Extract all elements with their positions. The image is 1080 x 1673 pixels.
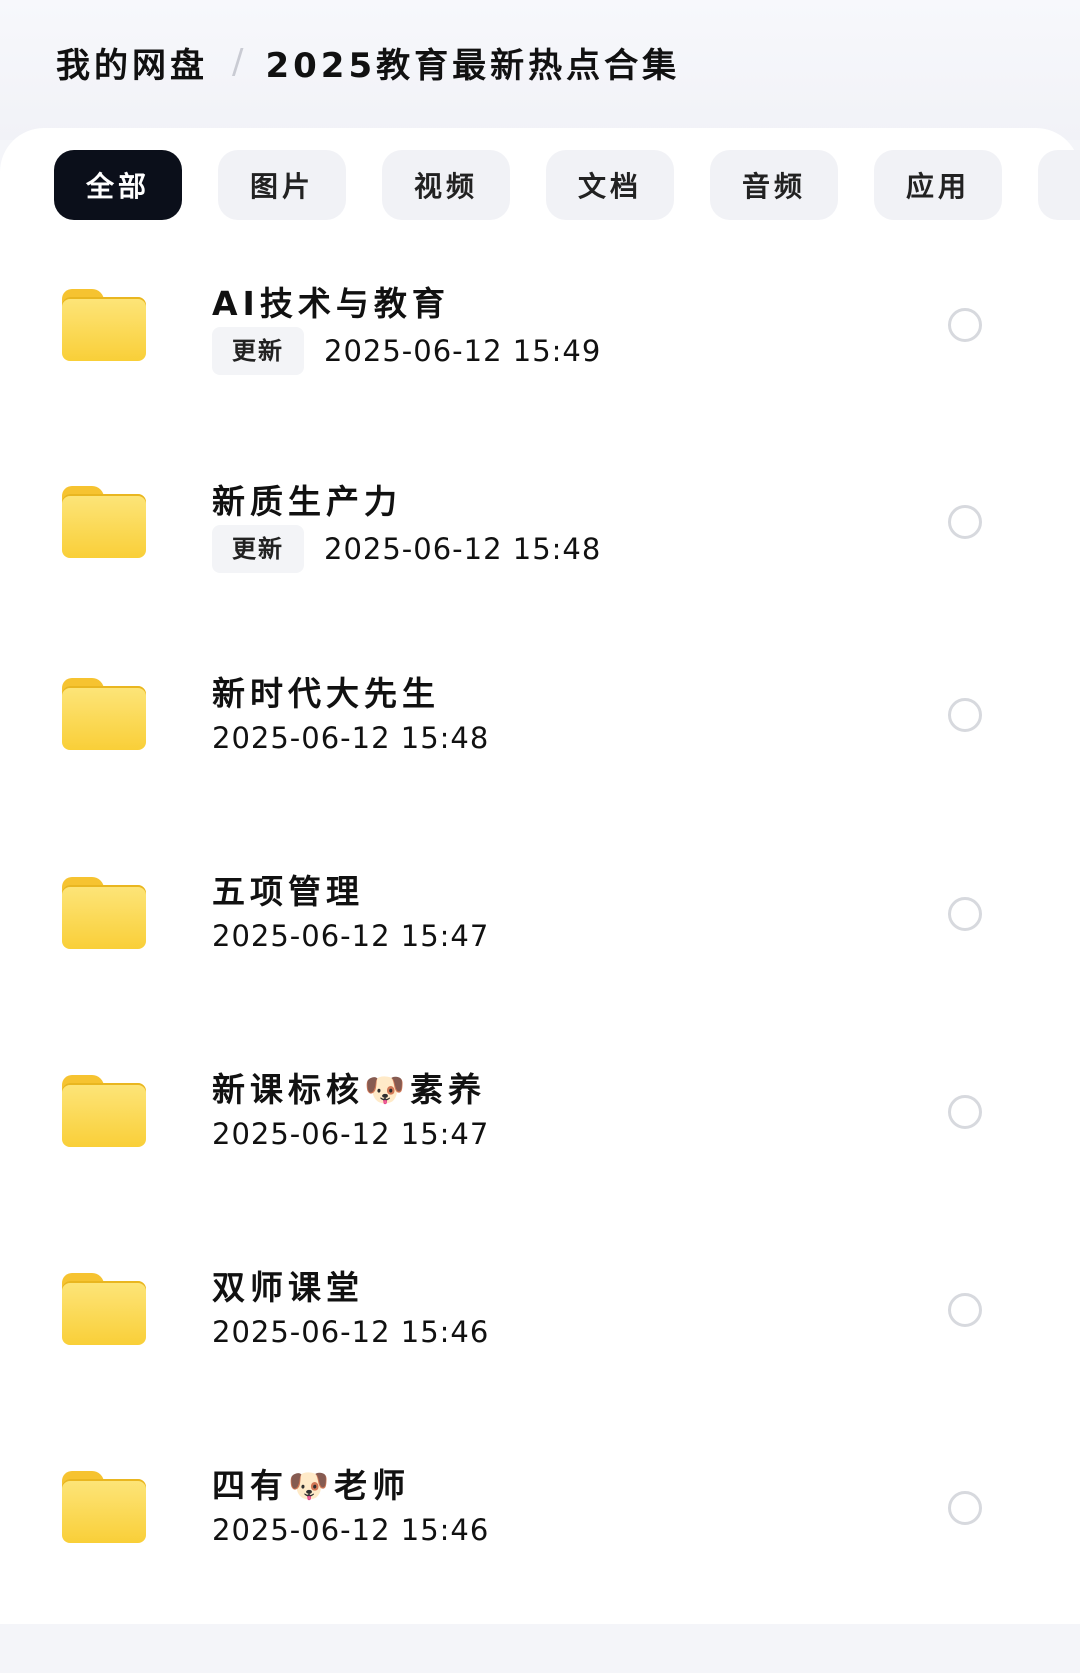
radio-circle-icon[interactable] bbox=[948, 308, 982, 342]
list-item[interactable]: 五项管理 2025-06-12 15:47 bbox=[0, 857, 1080, 1061]
item-name: 双师课堂 bbox=[212, 1268, 364, 1307]
item-meta: 2025-06-12 15:47 bbox=[212, 1117, 489, 1151]
update-badge: 更新 bbox=[212, 327, 304, 375]
item-datetime: 2025-06-12 15:46 bbox=[212, 1315, 490, 1349]
item-name: AI技术与教育 bbox=[212, 284, 450, 323]
breadcrumb: 我的网盘 / 2025教育最新热点合集 bbox=[56, 34, 680, 90]
header: 我的网盘 / 2025教育最新热点合集 bbox=[0, 0, 1080, 140]
radio-circle-icon[interactable] bbox=[948, 1491, 982, 1525]
folder-icon bbox=[62, 1471, 146, 1543]
list-item[interactable]: AI技术与教育 更新 2025-06-12 15:49 bbox=[0, 245, 1080, 449]
list-item[interactable]: 双师课堂 2025-06-12 15:46 bbox=[0, 1265, 1080, 1469]
update-badge: 更新 bbox=[212, 525, 304, 573]
item-meta: 2025-06-12 15:48 bbox=[212, 721, 489, 755]
tab-videos[interactable]: 视频 bbox=[382, 150, 510, 220]
item-name: 五项管理 bbox=[212, 872, 364, 911]
list-item[interactable]: 新时代大先生 2025-06-12 15:48 bbox=[0, 653, 1080, 857]
tab-images[interactable]: 图片 bbox=[218, 150, 346, 220]
folder-icon bbox=[62, 486, 146, 558]
item-meta: 2025-06-12 15:46 bbox=[212, 1315, 489, 1349]
radio-circle-icon[interactable] bbox=[948, 698, 982, 732]
breadcrumb-separator: / bbox=[232, 42, 244, 82]
item-datetime: 2025-06-12 15:47 bbox=[212, 1117, 490, 1151]
list-item[interactable]: 新课标核🐶素养 2025-06-12 15:47 bbox=[0, 1061, 1080, 1265]
filter-tabs: 全部 图片 视频 文档 音频 应用 bbox=[54, 150, 1080, 222]
list-item[interactable]: 新质生产力 更新 2025-06-12 15:48 bbox=[0, 449, 1080, 653]
item-meta: 更新 2025-06-12 15:48 bbox=[212, 525, 601, 573]
item-meta: 更新 2025-06-12 15:49 bbox=[212, 327, 601, 375]
breadcrumb-current: 2025教育最新热点合集 bbox=[265, 45, 681, 86]
item-datetime: 2025-06-12 15:46 bbox=[212, 1513, 490, 1547]
list-item[interactable]: 四有🐶老师 2025-06-12 15:46 bbox=[0, 1466, 1080, 1673]
radio-circle-icon[interactable] bbox=[948, 897, 982, 931]
item-datetime: 2025-06-12 15:47 bbox=[212, 919, 490, 953]
tab-more-partial[interactable] bbox=[1038, 150, 1080, 220]
radio-circle-icon[interactable] bbox=[948, 1095, 982, 1129]
folder-icon bbox=[62, 1273, 146, 1345]
tab-documents[interactable]: 文档 bbox=[546, 150, 674, 220]
radio-circle-icon[interactable] bbox=[948, 1293, 982, 1327]
item-datetime: 2025-06-12 15:48 bbox=[212, 721, 490, 755]
item-meta: 2025-06-12 15:46 bbox=[212, 1513, 489, 1547]
item-name: 四有🐶老师 bbox=[212, 1466, 411, 1505]
file-list: AI技术与教育 更新 2025-06-12 15:49 新质生产力 更新 202… bbox=[0, 245, 1080, 1673]
breadcrumb-root[interactable]: 我的网盘 bbox=[56, 38, 208, 87]
item-meta: 2025-06-12 15:47 bbox=[212, 919, 489, 953]
item-name: 新时代大先生 bbox=[212, 674, 440, 713]
folder-icon bbox=[62, 678, 146, 750]
tab-apps[interactable]: 应用 bbox=[874, 150, 1002, 220]
item-datetime: 2025-06-12 15:48 bbox=[324, 532, 602, 566]
radio-circle-icon[interactable] bbox=[948, 505, 982, 539]
folder-icon bbox=[62, 877, 146, 949]
folder-icon bbox=[62, 289, 146, 361]
item-name: 新质生产力 bbox=[212, 482, 402, 521]
tab-audio[interactable]: 音频 bbox=[710, 150, 838, 220]
tab-all[interactable]: 全部 bbox=[54, 150, 182, 220]
item-name: 新课标核🐶素养 bbox=[212, 1070, 487, 1109]
folder-icon bbox=[62, 1075, 146, 1147]
item-datetime: 2025-06-12 15:49 bbox=[324, 334, 602, 368]
